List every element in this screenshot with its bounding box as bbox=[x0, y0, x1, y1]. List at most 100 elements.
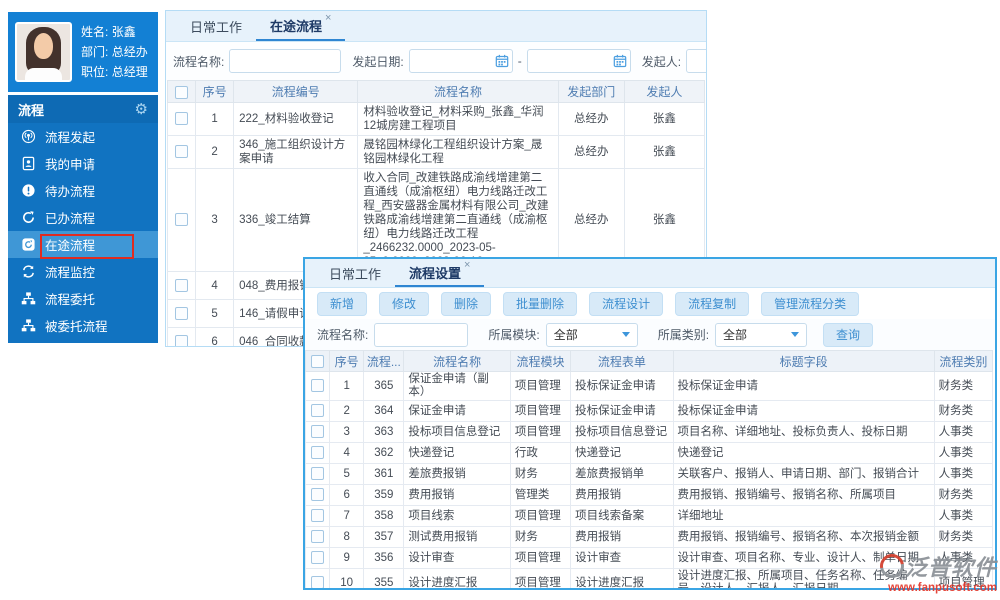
cell: 项目线索备案 bbox=[570, 505, 674, 527]
tab-in-transit[interactable]: 在途流程 × bbox=[256, 11, 346, 41]
col-header: 发起部门 bbox=[557, 80, 625, 103]
table-row[interactable]: 4 362 快递登记 行政 快递登记 快递登记 人事类 bbox=[305, 442, 994, 464]
module-select[interactable]: 全部 bbox=[545, 322, 638, 347]
table-row[interactable]: 5 361 差旅费报销 财务 差旅费报销单 关联客户、报销人、申请日期、部门、报… bbox=[305, 463, 994, 485]
cell: 5 bbox=[329, 463, 365, 485]
add-button[interactable]: 新增 bbox=[317, 291, 368, 316]
module-select-value: 全部 bbox=[553, 328, 578, 342]
manage-category-button[interactable]: 管理流程分类 bbox=[761, 291, 860, 316]
cell: 项目管理 bbox=[509, 547, 572, 569]
broadcast-icon bbox=[21, 129, 36, 144]
cell: 项目管理 bbox=[509, 568, 572, 588]
date-range-separator: - bbox=[517, 54, 522, 68]
select-all-checkbox[interactable] bbox=[311, 355, 325, 369]
cell: 365 bbox=[363, 371, 405, 401]
row-checkbox[interactable] bbox=[311, 467, 325, 481]
module-label: 所属模块: bbox=[488, 328, 540, 342]
front-tab-bar: 日常工作 流程设置 × bbox=[305, 259, 995, 288]
process-copy-button[interactable]: 流程复制 bbox=[675, 291, 750, 316]
table-row[interactable]: 9 356 设计审查 项目管理 设计审查 设计审查、项目名称、专业、设计人、制单… bbox=[305, 547, 994, 569]
edit-button[interactable]: 修改 bbox=[379, 291, 430, 316]
sidebar-item-label: 被委托流程 bbox=[45, 320, 108, 334]
row-checkbox[interactable] bbox=[311, 551, 325, 565]
table-row[interactable]: 8 357 测试费用报销 财务 费用报销 费用报销、报销编号、报销名称、本次报销… bbox=[305, 526, 994, 548]
row-checkbox[interactable] bbox=[311, 379, 325, 393]
cell: 人事类 bbox=[933, 505, 994, 527]
sidebar-item-in-transit-processes[interactable]: 在途流程 bbox=[8, 231, 158, 258]
row-checkbox[interactable] bbox=[311, 530, 325, 544]
cell-name: 晟铭园林绿化工程组织设计方案_晟铭园林绿化工程 bbox=[357, 135, 559, 169]
calendar-icon[interactable] bbox=[495, 54, 509, 68]
sidebar-item-process-start[interactable]: 流程发起 bbox=[8, 123, 158, 150]
table-row[interactable]: 10 355 设计进度汇报 项目管理 设计进度汇报 设计进度汇报、所属项目、任务… bbox=[305, 568, 994, 588]
row-checkbox[interactable] bbox=[175, 145, 189, 159]
profile-dept-value: 总经办 bbox=[111, 45, 148, 59]
table-row[interactable]: 6 359 费用报销 管理类 费用报销 费用报销、报销编号、报销名称、所属项目 … bbox=[305, 484, 994, 506]
cell-name: 材料验收登记_材料采购_张鑫_华润12城房建工程项目 bbox=[357, 102, 559, 136]
table-row[interactable]: 2 364 保证金申请 项目管理 投标保证金申请 投标保证金申请 财务类 bbox=[305, 400, 994, 422]
select-all-checkbox[interactable] bbox=[175, 85, 189, 99]
cell: 359 bbox=[363, 484, 405, 506]
cell: 项目线索 bbox=[403, 505, 511, 527]
row-checkbox[interactable] bbox=[311, 509, 325, 523]
table-row[interactable]: 1 222_材料验收登记 材料验收登记_材料采购_张鑫_华润12城房建工程项目 … bbox=[166, 102, 706, 136]
close-icon[interactable]: × bbox=[464, 259, 470, 271]
close-icon[interactable]: × bbox=[325, 12, 331, 24]
alert-circle-icon bbox=[21, 183, 36, 198]
category-select[interactable]: 全部 bbox=[715, 322, 808, 347]
table-row[interactable]: 3 363 投标项目信息登记 项目管理 投标项目信息登记 项目名称、详细地址、投… bbox=[305, 421, 994, 443]
tab-label: 流程设置 bbox=[409, 265, 462, 281]
row-checkbox[interactable] bbox=[175, 306, 189, 320]
sidebar-item-done-processes[interactable]: 已办流程 bbox=[8, 204, 158, 231]
process-settings-table: 序号 流程... 流程名称 流程模块 流程表单 标题字段 流程类别 1 365 … bbox=[305, 350, 994, 588]
sidebar-item-process-delegate[interactable]: 流程委托 bbox=[8, 285, 158, 312]
row-checkbox[interactable] bbox=[175, 112, 189, 126]
profile-name-label: 姓名: bbox=[81, 25, 109, 39]
tab-daily-work[interactable]: 日常工作 bbox=[315, 259, 395, 287]
table-row[interactable]: 2 346_施工组织设计方案申请 晟铭园林绿化工程组织设计方案_晟铭园林绿化工程… bbox=[166, 135, 706, 169]
row-checkbox[interactable] bbox=[175, 278, 189, 292]
sidebar-item-delegated-processes[interactable]: 被委托流程 bbox=[8, 312, 158, 339]
tab-daily-work[interactable]: 日常工作 bbox=[176, 11, 256, 41]
tab-process-settings[interactable]: 流程设置 × bbox=[395, 259, 485, 287]
cell: 费用报销 bbox=[403, 484, 511, 506]
cell: 行政 bbox=[509, 442, 572, 464]
row-checkbox[interactable] bbox=[311, 425, 325, 439]
cell: 项目名称、详细地址、投标负责人、投标日期 bbox=[672, 421, 935, 443]
cell: 1 bbox=[329, 371, 365, 401]
cell: 费用报销、报销编号、报销名称、所属项目 bbox=[672, 484, 935, 506]
search-button[interactable]: 查询 bbox=[823, 322, 874, 347]
row-checkbox[interactable] bbox=[311, 404, 325, 418]
table-row[interactable]: 1 365 保证金申请（副本） 项目管理 投标保证金申请 投标保证金申请 财务类 bbox=[305, 371, 994, 401]
cell-no: 5 bbox=[195, 299, 235, 328]
profile-title-value: 总经理 bbox=[111, 65, 148, 79]
col-header: 序号 bbox=[329, 350, 365, 372]
row-checkbox[interactable] bbox=[311, 488, 325, 502]
sidebar-item-process-monitor[interactable]: 流程监控 bbox=[8, 258, 158, 285]
cell: 项目管理 bbox=[509, 371, 572, 401]
sidebar-item-my-applications[interactable]: 我的申请 bbox=[8, 150, 158, 177]
batch-delete-button[interactable]: 批量删除 bbox=[503, 291, 578, 316]
process-design-button[interactable]: 流程设计 bbox=[589, 291, 664, 316]
process-name-input[interactable] bbox=[229, 49, 342, 73]
row-checkbox[interactable] bbox=[175, 334, 189, 346]
gear-icon[interactable]: ⚙ bbox=[135, 102, 148, 117]
calendar-icon[interactable] bbox=[613, 54, 627, 68]
front-toolbar: 新增 修改 删除 批量删除 流程设计 流程复制 管理流程分类 bbox=[305, 288, 995, 319]
cell-no: 4 bbox=[195, 271, 235, 300]
header-checkbox-cell bbox=[166, 80, 197, 103]
sidebar-item-todo-processes[interactable]: 待办流程 bbox=[8, 177, 158, 204]
col-header: 流程表单 bbox=[570, 350, 674, 372]
cell-no: 3 bbox=[195, 168, 235, 272]
row-checkbox[interactable] bbox=[311, 446, 325, 460]
sidebar-item-label: 流程委托 bbox=[45, 293, 96, 307]
cell: 测试费用报销 bbox=[403, 526, 511, 548]
row-checkbox[interactable] bbox=[175, 213, 189, 227]
delete-button[interactable]: 删除 bbox=[441, 291, 492, 316]
process-name-input[interactable] bbox=[374, 322, 469, 347]
col-header: 序号 bbox=[195, 80, 235, 103]
table-row[interactable]: 7 358 项目线索 项目管理 项目线索备案 详细地址 人事类 bbox=[305, 505, 994, 527]
initiator-input[interactable] bbox=[686, 49, 706, 73]
process-name-label: 流程名称: bbox=[173, 54, 225, 69]
row-checkbox[interactable] bbox=[311, 576, 325, 588]
